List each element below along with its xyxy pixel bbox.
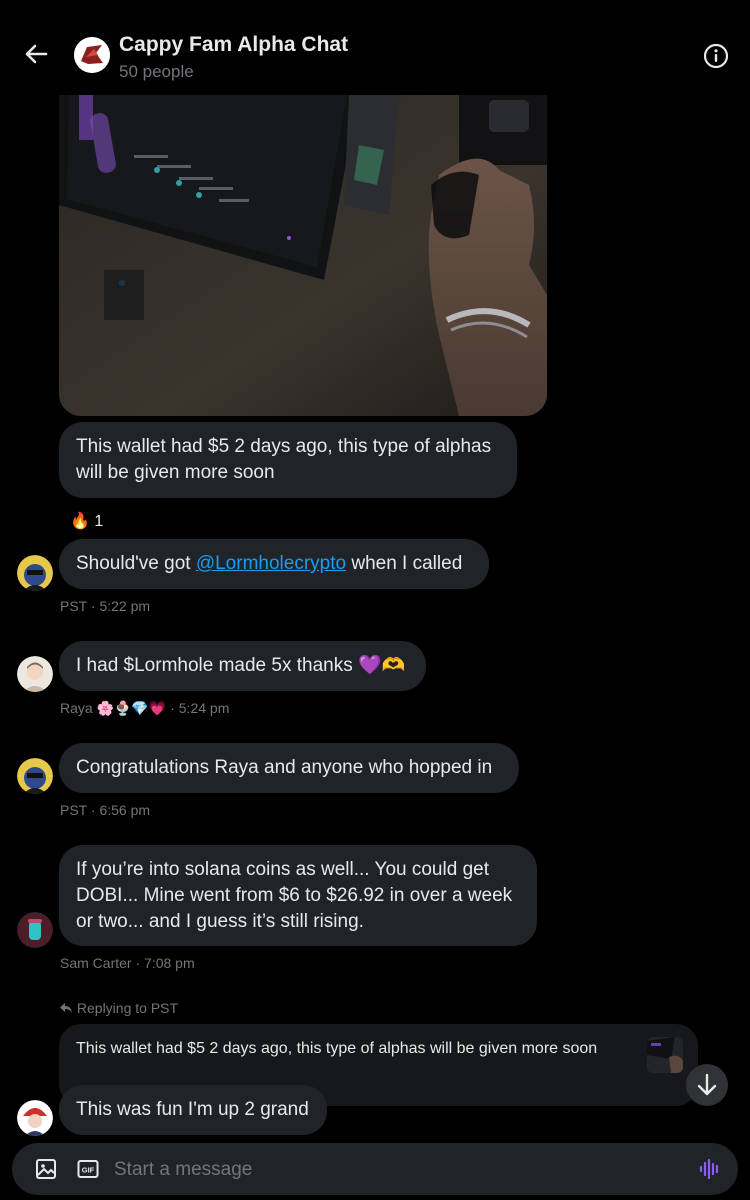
message-bubble[interactable]: This was fun I'm up 2 grand: [59, 1085, 327, 1135]
message-meta: PST · 5:22 pm: [60, 598, 151, 614]
back-arrow-icon: [25, 44, 48, 64]
message-composer: GIF: [12, 1143, 738, 1195]
quoted-thumbnail: [647, 1037, 683, 1073]
message-bubble[interactable]: I had $Lormhole made 5x thanks 💜🫶: [59, 641, 426, 691]
message-text: If you’re into solana coins as well... Y…: [76, 859, 513, 932]
message-text: This wallet had $5 2 days ago, this type…: [76, 436, 492, 483]
message-input[interactable]: [112, 1151, 676, 1189]
message-text: I had $Lormhole made 5x thanks 💜🫶: [76, 655, 406, 676]
message-text: This was fun I'm up 2 grand: [76, 1099, 309, 1120]
member-count: 50 people: [119, 62, 194, 81]
chat-header: Cappy Fam Alpha Chat 50 people: [0, 0, 750, 95]
info-icon: [703, 43, 729, 69]
message-text: Congratulations Raya and anyone who hopp…: [76, 757, 493, 778]
timestamp: 6:56 pm: [99, 802, 151, 818]
message-bubble[interactable]: If you’re into solana coins as well... Y…: [59, 845, 537, 946]
gif-icon: GIF: [77, 1160, 99, 1178]
timestamp: 5:22 pm: [99, 598, 151, 614]
reply-note-text: Replying to PST: [76, 1000, 179, 1016]
message-bubble[interactable]: This wallet had $5 2 days ago, this type…: [59, 422, 517, 498]
gif-button[interactable]: GIF: [76, 1157, 100, 1181]
sender-name[interactable]: Sam Carter: [60, 955, 132, 971]
message-meta: Raya 🌸🍨💎💗 · 5:24 pm: [60, 700, 230, 716]
shared-photo[interactable]: [59, 95, 547, 416]
info-button[interactable]: [702, 42, 730, 70]
chat-title[interactable]: Cappy Fam Alpha Chat: [119, 33, 348, 57]
arrow-down-icon: [697, 1073, 717, 1096]
timestamp: 7:08 pm: [144, 955, 195, 971]
timestamp: 5:24 pm: [178, 700, 230, 716]
avatar[interactable]: [17, 912, 53, 948]
back-button[interactable]: [20, 38, 52, 70]
message-bubble[interactable]: Should've got @Lormholecrypto when I cal…: [59, 539, 489, 589]
voice-icon: [699, 1158, 719, 1180]
fire-emoji-icon: 🔥: [70, 513, 90, 530]
group-avatar[interactable]: [74, 37, 110, 73]
avatar[interactable]: [17, 555, 53, 591]
sender-name[interactable]: PST: [60, 598, 87, 614]
sender-name[interactable]: PST: [60, 802, 87, 818]
image-icon: [36, 1159, 56, 1179]
message-bubble[interactable]: Congratulations Raya and anyone who hopp…: [59, 743, 519, 793]
voice-message-button[interactable]: [698, 1157, 722, 1181]
sender-name[interactable]: Raya 🌸🍨💎💗: [60, 700, 166, 716]
scroll-to-bottom-button[interactable]: [686, 1064, 728, 1106]
mention-link[interactable]: @Lormholecrypto: [196, 553, 346, 574]
avatar[interactable]: [17, 758, 53, 794]
message-meta: PST · 6:56 pm: [60, 802, 151, 818]
svg-text:GIF: GIF: [82, 1166, 95, 1175]
message-text: when I called: [346, 553, 463, 574]
image-button[interactable]: [34, 1157, 58, 1181]
reaction-badge[interactable]: 🔥 1: [70, 511, 103, 531]
reply-context: Replying to PST: [59, 1000, 178, 1016]
avatar[interactable]: [17, 1100, 53, 1136]
reaction-count: 1: [94, 513, 104, 530]
message-text: Should've got: [76, 553, 196, 574]
message-meta: Sam Carter · 7:08 pm: [60, 955, 195, 971]
reply-arrow-icon: [60, 1003, 72, 1013]
avatar[interactable]: [17, 656, 53, 692]
quoted-text: This wallet had $5 2 days ago, this type…: [76, 1040, 598, 1057]
